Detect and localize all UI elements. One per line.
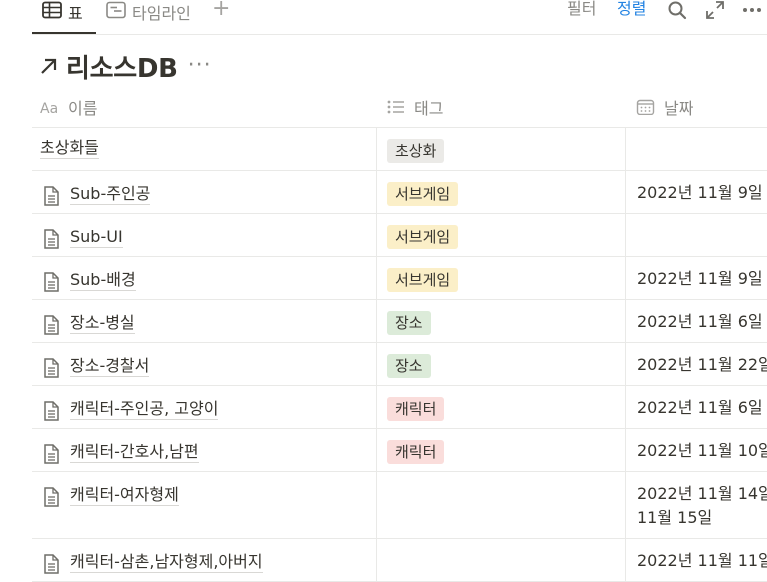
date-start: 2022년 11월 6일 — [637, 312, 763, 331]
tab-timeline-label: 타임라인 — [132, 4, 191, 23]
column-divider — [376, 127, 377, 581]
database-title[interactable]: 리소스DB — [66, 48, 178, 85]
page-icon — [44, 272, 59, 292]
tag-pill: 서브게임 — [387, 182, 459, 206]
date-cell: 2022년 11월 9일 — [637, 181, 763, 205]
date-end: 11월 15일 — [637, 508, 713, 527]
tag-pill: 캐릭터 — [387, 397, 445, 421]
date-start: 2022년 11월 9일 — [637, 183, 763, 202]
tab-timeline[interactable]: 타임라인 — [106, 0, 191, 34]
database-more-button[interactable]: ··· — [188, 55, 212, 77]
date-cell: 2022년 11월 11일 — [637, 549, 767, 573]
tag-pill: 초상화 — [387, 139, 445, 163]
column-tags-label: 태그 — [414, 98, 444, 118]
more-icon[interactable] — [742, 0, 762, 20]
table-row[interactable]: Sub-UI 서브게임 — [32, 214, 767, 257]
expand-icon[interactable] — [705, 0, 725, 20]
row-name-cell[interactable]: 장소-병실 — [40, 310, 135, 336]
page-icon — [44, 487, 59, 507]
page-icon — [44, 554, 59, 574]
date-start: 2022년 11월 9일 — [637, 269, 763, 288]
row-name-cell[interactable]: Sub-UI — [40, 224, 123, 250]
page-icon — [44, 186, 59, 206]
timeline-icon — [106, 1, 126, 19]
column-header-date[interactable]: 날짜 — [636, 86, 767, 127]
column-name-label: 이름 — [68, 98, 98, 118]
tag-pill: 서브게임 — [387, 225, 459, 249]
row-name-cell[interactable]: Sub-주인공 — [40, 181, 151, 207]
row-name-text[interactable]: 캐릭터-삼촌,남자형제,아버지 — [70, 552, 263, 573]
date-start: 2022년 11월 6일 — [637, 398, 763, 417]
date-start: 2022년 11월 14일 — [637, 484, 767, 503]
database-table: Aa 이름 태그 날짜 초상화들 초상화 Sub-주인공 서브게임 2022년 11월 … — [32, 86, 767, 582]
filter-button[interactable]: 필터 — [567, 0, 596, 18]
date-start: 2022년 11월 11일 — [637, 551, 767, 570]
tag-pill: 장소 — [387, 354, 431, 378]
tab-table[interactable]: 표 — [42, 0, 83, 34]
row-name-text[interactable]: Sub-주인공 — [70, 184, 151, 205]
database-title-row: 리소스DB ··· — [38, 48, 212, 84]
row-name-cell[interactable]: Sub-배경 — [40, 267, 136, 293]
date-cell: 2022년 11월 6일 — [637, 310, 763, 334]
date-start: 2022년 11월 10일 — [637, 441, 767, 460]
date-cell: 2022년 11월 10일 — [637, 439, 767, 463]
multi-select-icon — [387, 100, 404, 113]
row-name-cell[interactable]: 캐릭터-주인공, 고양이 — [40, 396, 219, 422]
tag-pill: 서브게임 — [387, 268, 459, 292]
row-name-cell[interactable]: 캐릭터-여자형제 — [40, 482, 179, 508]
column-divider — [625, 127, 626, 581]
row-name-text[interactable]: 초상화들 — [40, 138, 99, 159]
date-cell: 2022년 11월 9일 — [637, 267, 763, 291]
table-icon — [42, 1, 62, 19]
row-name-text[interactable]: 캐릭터-간호사,남편 — [70, 442, 199, 463]
column-header-tags[interactable]: 태그 — [386, 86, 616, 127]
tag-pill: 장소 — [387, 311, 431, 335]
table-row[interactable]: 캐릭터-주인공, 고양이 캐릭터 2022년 11월 6일 — [32, 386, 767, 429]
row-name-text[interactable]: 캐릭터-여자형제 — [70, 485, 179, 506]
text-property-icon: Aa — [40, 101, 58, 115]
calendar-icon — [636, 99, 655, 115]
page-icon — [44, 229, 59, 249]
row-name-cell[interactable]: 캐릭터-삼촌,남자형제,아버지 — [40, 549, 263, 575]
sort-button[interactable]: 정렬 — [617, 0, 646, 18]
table-row[interactable]: 장소-병실 장소 2022년 11월 6일 — [32, 300, 767, 343]
page-icon — [44, 358, 59, 378]
row-name-text[interactable]: 장소-병실 — [70, 313, 135, 334]
date-cell: 2022년 11월 14일 11월 15일 — [637, 482, 767, 530]
tab-table-label: 표 — [68, 4, 83, 23]
row-name-text[interactable]: 장소-경찰서 — [70, 356, 150, 377]
row-name-text[interactable]: Sub-배경 — [70, 270, 136, 291]
table-row[interactable]: Sub-배경 서브게임 2022년 11월 9일 — [32, 257, 767, 300]
table-body: 초상화들 초상화 Sub-주인공 서브게임 2022년 11월 9일 Sub-UI 서브게임… — [32, 128, 767, 582]
page-icon — [44, 444, 59, 464]
row-name-cell[interactable]: 초상화들 — [40, 138, 99, 159]
table-row[interactable]: Sub-주인공 서브게임 2022년 11월 9일 — [32, 171, 767, 214]
add-view-button[interactable]: + — [212, 0, 230, 20]
search-icon[interactable] — [667, 0, 687, 20]
table-header: Aa 이름 태그 날짜 — [32, 86, 767, 128]
linked-database-arrow-icon — [41, 58, 57, 74]
date-start: 2022년 11월 22일 — [637, 355, 767, 374]
row-name-cell[interactable]: 캐릭터-간호사,남편 — [40, 439, 199, 465]
row-name-text[interactable]: 캐릭터-주인공, 고양이 — [70, 399, 219, 420]
table-row[interactable]: 장소-경찰서 장소 2022년 11월 22일 — [32, 343, 767, 386]
date-cell: 2022년 11월 6일 — [637, 396, 763, 420]
page-icon — [44, 401, 59, 421]
date-cell: 2022년 11월 22일 — [637, 353, 767, 377]
page-icon — [44, 315, 59, 335]
row-name-text[interactable]: Sub-UI — [70, 227, 123, 248]
row-name-cell[interactable]: 장소-경찰서 — [40, 353, 150, 379]
view-tabs-bar: 표 타임라인 + 필터 정렬 — [0, 0, 767, 34]
tag-pill: 캐릭터 — [387, 440, 445, 464]
divider — [32, 34, 767, 35]
column-date-label: 날짜 — [664, 98, 694, 118]
table-row[interactable]: 캐릭터-여자형제 2022년 11월 14일 11월 15일 — [32, 472, 767, 539]
column-header-name[interactable]: Aa 이름 — [40, 86, 370, 127]
table-row[interactable]: 캐릭터-간호사,남편 캐릭터 2022년 11월 10일 — [32, 429, 767, 472]
svg-text:Aa: Aa — [40, 101, 58, 115]
table-row[interactable]: 초상화들 초상화 — [32, 128, 767, 171]
